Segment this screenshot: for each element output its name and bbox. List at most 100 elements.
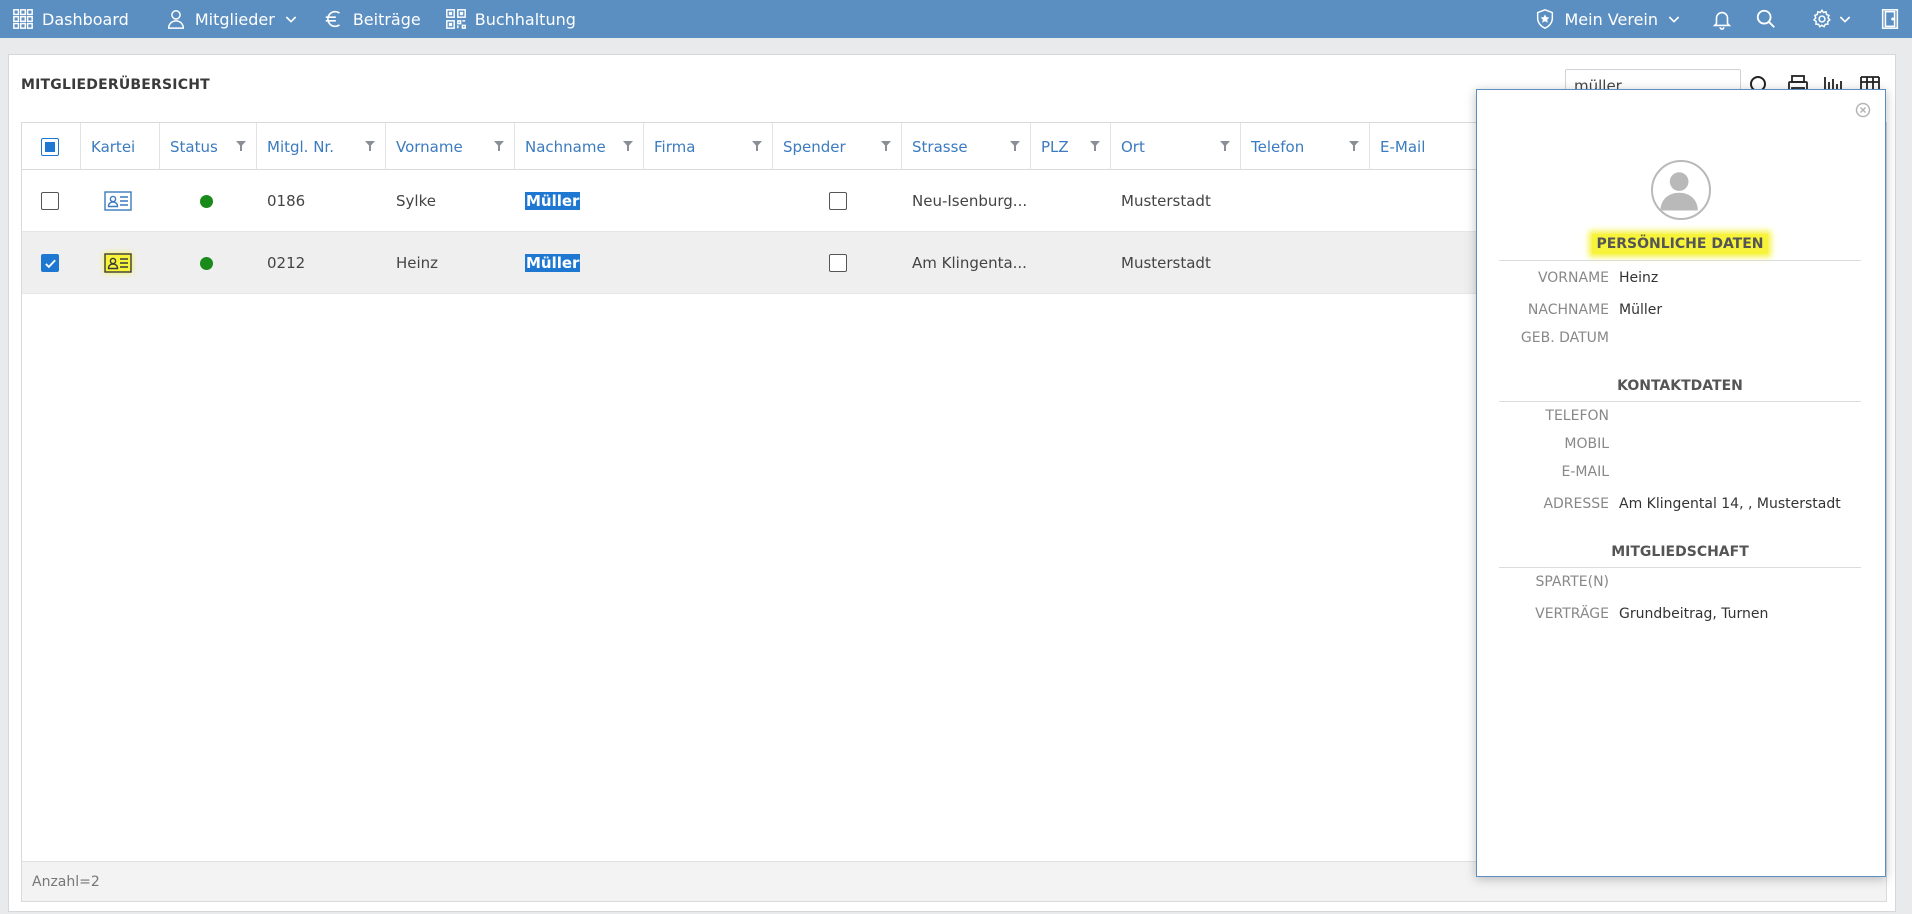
header-ort-label: Ort [1121, 137, 1145, 156]
header-kartei[interactable]: Kartei [81, 123, 160, 170]
gear-icon [1812, 9, 1831, 28]
nav-mitglieder[interactable]: Mitglieder [153, 0, 311, 38]
member-card-icon[interactable] [104, 191, 132, 211]
row-select-cell [22, 232, 81, 294]
search-match-highlight: Müller [525, 254, 581, 272]
geb-datum-label: GEB. DATUM [1520, 330, 1609, 346]
vorname-value: Heinz [1619, 270, 1659, 286]
qr-ledger-icon [445, 9, 466, 29]
header-status-label: Status [170, 137, 218, 156]
header-nachname-label: Nachname [525, 137, 606, 156]
nav-beitraege-label: Beiträge [352, 9, 421, 29]
notifications-button[interactable] [1700, 0, 1744, 38]
header-nr[interactable]: Mitgl. Nr. [257, 123, 386, 170]
plz-cell [1031, 170, 1111, 232]
kartei-cell [81, 232, 160, 294]
ort-cell: Musterstadt [1121, 254, 1211, 272]
filter-icon[interactable] [1090, 141, 1100, 151]
status-active-indicator [200, 256, 213, 270]
section-title-personal: PERSÖNLICHE DATEN [1499, 234, 1861, 254]
euro-icon [325, 10, 340, 28]
header-strasse-label: Strasse [912, 137, 968, 156]
row-select-cell [22, 170, 81, 232]
nav-beitraege[interactable]: Beiträge [311, 0, 433, 38]
nr-cell: 0186 [267, 192, 306, 210]
status-cell [160, 170, 257, 232]
header-kartei-label: Kartei [91, 137, 136, 156]
door-icon [1881, 9, 1899, 29]
header-firma[interactable]: Firma [644, 123, 773, 170]
search-button[interactable] [1744, 0, 1788, 38]
header-select-all[interactable] [22, 123, 81, 170]
filter-icon[interactable] [623, 141, 633, 151]
spender-checkbox [829, 254, 847, 272]
header-nr-label: Mitgl. Nr. [267, 137, 334, 156]
firma-cell [644, 170, 773, 232]
filter-icon[interactable] [1010, 141, 1020, 151]
mobil-label: MOBIL [1564, 436, 1609, 452]
select-all-checkbox[interactable] [41, 137, 59, 156]
header-vorname[interactable]: Vorname [386, 123, 515, 170]
nr-cell: 0212 [267, 254, 306, 272]
filter-icon[interactable] [881, 141, 891, 151]
nav-buchhaltung-label: Buchhaltung [474, 9, 576, 29]
nav-right-group: Mein Verein [1522, 0, 1912, 38]
section-title-contact: KONTAKTDATEN [1617, 378, 1743, 394]
section-title-membership: MITGLIEDSCHAFT [1611, 544, 1749, 560]
header-status[interactable]: Status [160, 123, 257, 170]
divider [1499, 567, 1861, 568]
header-ort[interactable]: Ort [1111, 123, 1241, 170]
status-cell [160, 232, 257, 294]
divider [1499, 401, 1861, 402]
ort-cell: Musterstadt [1121, 192, 1211, 210]
email-label: E-MAIL [1561, 464, 1609, 480]
header-vorname-label: Vorname [396, 137, 463, 156]
header-spender[interactable]: Spender [773, 123, 902, 170]
logout-button[interactable] [1868, 0, 1912, 38]
adresse-value: Am Klingental 14, , Musterstadt [1619, 496, 1841, 512]
header-nachname[interactable]: Nachname [515, 123, 644, 170]
nav-mein-verein[interactable]: Mein Verein [1522, 0, 1694, 38]
strasse-cell: Neu-Isenburg... [912, 192, 1028, 210]
nav-dashboard-label: Dashboard [42, 9, 129, 29]
personal-data-title: PERSÖNLICHE DATEN [1592, 234, 1768, 254]
telefon-label: TELEFON [1545, 408, 1609, 424]
vorname-label: VORNAME [1537, 270, 1609, 286]
filter-icon[interactable] [236, 141, 246, 151]
filter-icon[interactable] [494, 141, 504, 151]
header-strasse[interactable]: Strasse [902, 123, 1031, 170]
nav-mitglieder-label: Mitglieder [194, 9, 275, 29]
search-icon [1756, 9, 1775, 28]
nav-verein-label: Mein Verein [1564, 9, 1658, 29]
kartei-cell [81, 170, 160, 232]
filter-icon[interactable] [752, 141, 762, 151]
sparte-label: SPARTE(N) [1535, 574, 1609, 590]
plz-cell [1031, 232, 1111, 294]
row-checkbox[interactable] [41, 192, 59, 210]
vertraege-value: Grundbeitrag, Turnen [1619, 606, 1769, 622]
header-telefon[interactable]: Telefon [1241, 123, 1370, 170]
nav-buchhaltung[interactable]: Buchhaltung [433, 0, 588, 38]
member-card-icon[interactable] [104, 253, 132, 273]
chevron-down-icon [285, 16, 297, 23]
header-email-label: E-Mail [1380, 137, 1426, 156]
member-detail-panel: PERSÖNLICHE DATEN VORNAME Heinz NACHNAME… [1476, 89, 1886, 877]
nachname-label: NACHNAME [1527, 302, 1609, 318]
header-telefon-label: Telefon [1251, 137, 1305, 156]
filter-icon[interactable] [1349, 141, 1359, 151]
header-plz[interactable]: PLZ [1031, 123, 1111, 170]
spender-checkbox [829, 192, 847, 210]
spender-cell [773, 232, 902, 294]
filter-icon[interactable] [365, 141, 375, 151]
vorname-cell: Heinz [396, 254, 439, 272]
filter-icon[interactable] [1220, 141, 1230, 151]
strasse-cell: Am Klingenta... [912, 254, 1027, 272]
nachname-cell: Müller [515, 170, 644, 232]
header-plz-label: PLZ [1041, 137, 1069, 156]
header-spender-label: Spender [783, 137, 846, 156]
nav-dashboard[interactable]: Dashboard [0, 0, 141, 38]
close-icon[interactable] [1855, 102, 1871, 118]
settings-button[interactable] [1802, 0, 1862, 38]
spender-cell [773, 170, 902, 232]
row-checkbox[interactable] [41, 254, 59, 272]
